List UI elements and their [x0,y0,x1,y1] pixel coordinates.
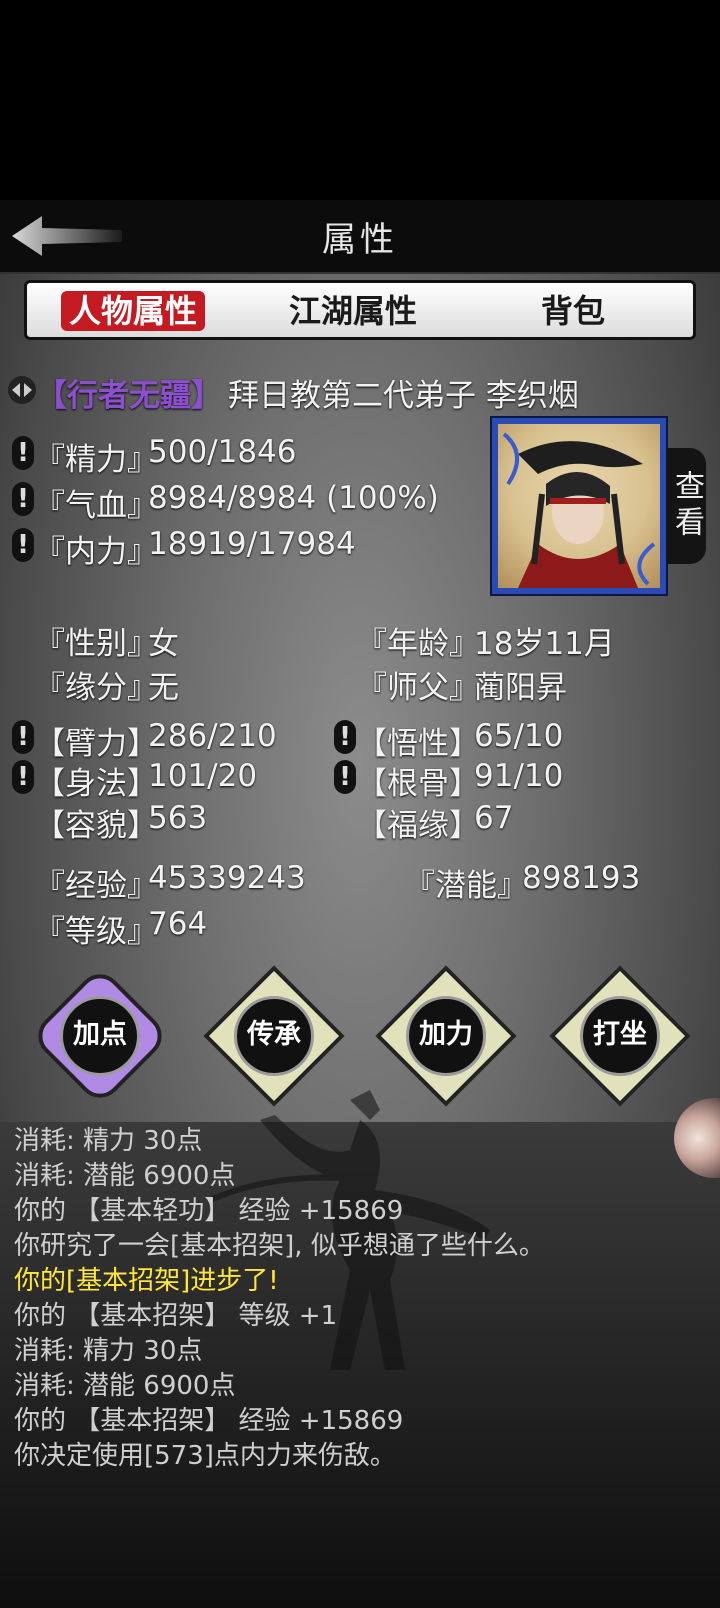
hp-label: 『气血』 [34,488,158,524]
stamina-value: 500/1846 [148,434,297,470]
tab-backpack[interactable]: 背包 [541,291,605,331]
character-portrait [490,416,668,596]
potential-value: 898193 [522,860,641,896]
luck-label: 【福缘】 [356,808,480,844]
title-badge: 【行者无疆】 [36,378,222,414]
portrait-image [498,424,660,588]
log-line-highlight: 你的[基本招架]进步了! [14,1266,279,1296]
exp-value: 45339243 [148,860,306,896]
strength-value: 286/210 [148,718,277,754]
info-icon[interactable]: ! [334,760,356,794]
wisdom-label: 【悟性】 [356,726,480,762]
level-label: 『等级』 [34,914,158,950]
add-points-label: 加点 [73,1019,127,1050]
looks-label: 【容貌】 [34,808,158,844]
internal-force-label: 『内力』 [34,534,158,570]
luck-value: 67 [474,800,514,836]
view-button[interactable]: 查看 [666,448,706,564]
character-name: 拜日教第二代弟子 李织烟 [228,378,579,414]
tab-bar: 人物属性 江湖属性 背包 [24,280,696,340]
log-line: 你研究了一会[基本招架], 似乎想通了些什么。 [14,1231,545,1261]
age-value: 18岁11月 [474,626,615,662]
log-line: 消耗: 精力 30点 [14,1336,203,1366]
gender-value: 女 [148,626,179,662]
info-icon[interactable]: ! [12,720,34,754]
fate-label: 『缘分』 [34,670,158,706]
info-icon[interactable]: ! [12,436,34,470]
constitution-value: 91/10 [474,758,564,794]
constitution-label: 【根骨】 [356,766,480,802]
info-icon[interactable]: ! [334,720,356,754]
log-line: 你的 【基本招架】 经验 +15869 [14,1406,404,1436]
switch-arrows-icon[interactable] [8,376,36,404]
log-line: 消耗: 潜能 6900点 [14,1371,236,1401]
internal-force-value: 18919/17984 [148,526,356,562]
potential-label: 『潜能』 [404,868,528,904]
add-points-button[interactable]: 加点 [29,965,171,1107]
master-label: 『师父』 [356,670,480,706]
log-line: 消耗: 潜能 6900点 [14,1161,236,1191]
wisdom-value: 65/10 [474,718,564,754]
info-icon[interactable]: ! [12,760,34,794]
log-line: 你的 【基本轻功】 经验 +15869 [14,1196,404,1226]
age-label: 『年龄』 [356,626,480,662]
looks-value: 563 [148,800,208,836]
gender-label: 『性别』 [34,626,158,662]
stamina-label: 『精力』 [34,442,158,478]
fate-value: 无 [148,670,179,706]
level-value: 764 [148,906,208,942]
exp-label: 『经验』 [34,868,158,904]
tab-character-attributes[interactable]: 人物属性 [61,291,206,331]
master-value: 蔺阳昇 [474,670,567,706]
page-title: 属性 [322,220,398,260]
info-icon[interactable]: ! [12,482,34,516]
log-line: 消耗: 精力 30点 [14,1126,203,1156]
strength-label: 【臂力】 [34,726,158,762]
log-line: 你的 【基本招架】 等级 +1 [14,1301,338,1331]
inherit-label: 传承 [247,1019,301,1050]
info-icon[interactable]: ! [12,528,34,562]
hp-value: 8984/8984 (100%) [148,480,439,516]
message-log: 消耗: 精力 30点 消耗: 潜能 6900点 你的 【基本轻功】 经验 +15… [14,1124,714,1474]
meditate-button[interactable]: 打坐 [549,965,691,1107]
log-line: 你决定使用[573]点内力来伤敌。 [14,1441,396,1471]
agility-value: 101/20 [148,758,258,794]
add-force-label: 加力 [419,1019,473,1050]
agility-label: 【身法】 [34,766,158,802]
screen: 属性 人物属性 江湖属性 背包 【行者无疆】 拜日教第二代弟子 李织烟 ! 『精… [0,0,720,1608]
tab-jianghu-attributes[interactable]: 江湖属性 [289,291,417,331]
meditate-label: 打坐 [593,1019,647,1050]
